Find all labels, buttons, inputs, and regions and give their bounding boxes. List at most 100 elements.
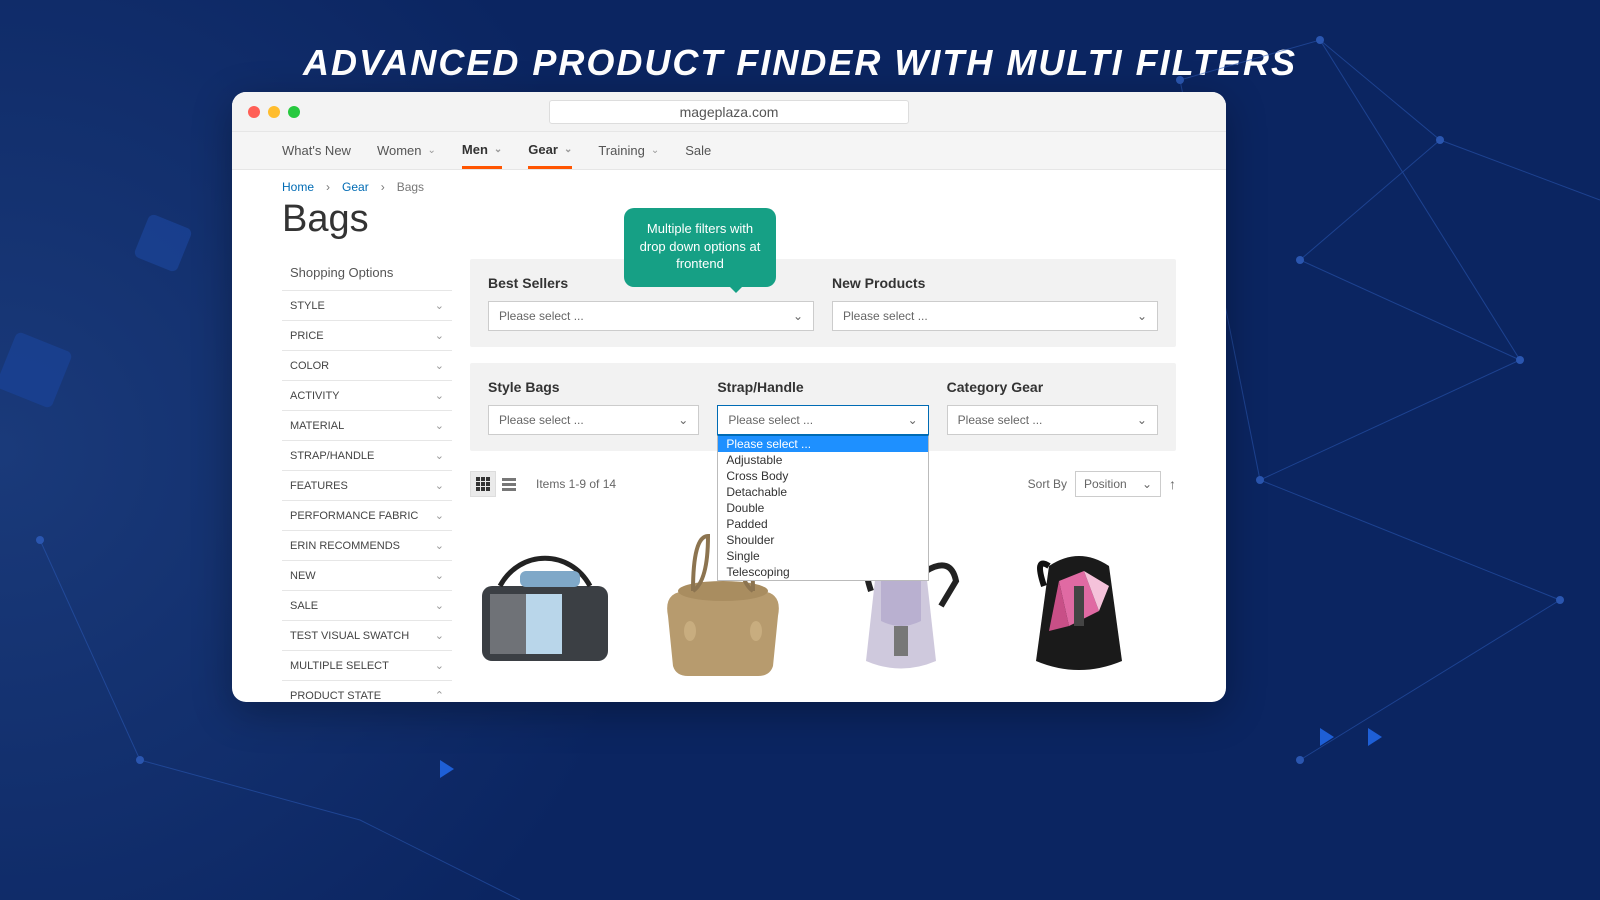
dropdown-option[interactable]: Please select ...: [718, 436, 927, 452]
chevron-down-icon: ⌄: [435, 359, 444, 372]
breadcrumb: Home › Gear › Bags: [232, 170, 1226, 194]
sidebar-filter-row[interactable]: NEW⌄: [282, 560, 452, 590]
decorative-cube: [0, 331, 73, 409]
sidebar-filter-row[interactable]: STRAP/HANDLE ⌄: [282, 440, 452, 470]
play-icon: [1320, 728, 1334, 746]
sidebar-filter-row[interactable]: COLOR ⌄: [282, 350, 452, 380]
sidebar-filter-label: COLOR: [290, 360, 329, 372]
chevron-down-icon: ⌄: [1142, 477, 1152, 491]
items-count: Items 1-9 of 14: [536, 477, 616, 491]
chevron-down-icon: ⌄: [908, 413, 918, 427]
sidebar-filter-row[interactable]: FEATURES ⌄: [282, 470, 452, 500]
filter-label-category-gear: Category Gear: [947, 379, 1158, 395]
main-content: Best Sellers Please select ... ⌄ New Pro…: [470, 259, 1176, 702]
filter-panel-bottom: Style Bags Please select ... ⌄ Strap/Han…: [470, 363, 1176, 451]
sidebar-filter-row[interactable]: ERIN RECOMMENDS ⌄: [282, 530, 452, 560]
chevron-down-icon: ⌄: [428, 145, 436, 156]
sidebar-filter-label: FEATURES: [290, 480, 348, 492]
select-strap-handle[interactable]: Please select ... ⌄ Please select ...Adj…: [717, 405, 928, 435]
crumb-current: Bags: [397, 180, 424, 194]
sidebar-filter-row[interactable]: STYLE⌄: [282, 290, 452, 320]
chevron-down-icon: ⌄: [651, 145, 659, 156]
chevron-down-icon: ⌄: [435, 509, 444, 522]
sidebar-filter-label: MULTIPLE SELECT: [290, 660, 389, 672]
sidebar-filter-row[interactable]: PRODUCT STATE ⌃: [282, 680, 452, 702]
play-icon: [1368, 728, 1382, 746]
sidebar-filter-row[interactable]: MATERIAL⌄: [282, 410, 452, 440]
select-new-products[interactable]: Please select ... ⌄: [832, 301, 1158, 331]
chevron-down-icon: ⌄: [435, 539, 444, 552]
sidebar-filter-label: PRODUCT STATE: [290, 690, 381, 702]
dropdown-option[interactable]: Single: [718, 548, 927, 564]
product-image: [1004, 531, 1154, 681]
nav-sale[interactable]: Sale: [685, 132, 711, 169]
chevron-down-icon: ⌄: [678, 413, 688, 427]
dropdown-option[interactable]: Telescoping: [718, 564, 927, 580]
nav-women[interactable]: Women⌄: [377, 132, 436, 169]
sort-by-label: Sort By: [1028, 477, 1067, 491]
sidebar-filter-label: MATERIAL: [290, 420, 344, 432]
sidebar-filter-row[interactable]: SALE⌄: [282, 590, 452, 620]
sidebar-filter-label: STRAP/HANDLE: [290, 450, 374, 462]
list-view-button[interactable]: [496, 471, 522, 497]
nav-whats-new[interactable]: What's New: [282, 132, 351, 169]
dropdown-option[interactable]: Detachable: [718, 484, 927, 500]
main-nav: What's New Women⌄ Men⌄ Gear⌄ Training⌄ S…: [232, 132, 1226, 170]
maximize-window-icon[interactable]: [288, 106, 300, 118]
sidebar-filter-row[interactable]: PRICE⌄: [282, 320, 452, 350]
chevron-right-icon: ›: [326, 180, 330, 194]
sidebar-filter-label: SALE: [290, 600, 318, 612]
dropdown-option[interactable]: Shoulder: [718, 532, 927, 548]
dropdown-option[interactable]: Padded: [718, 516, 927, 532]
sidebar-filter-row[interactable]: PERFORMANCE FABRIC ⌄: [282, 500, 452, 530]
dropdown-option[interactable]: Double: [718, 500, 927, 516]
select-best-sellers[interactable]: Please select ... ⌄: [488, 301, 814, 331]
grid-view-button[interactable]: [470, 471, 496, 497]
filter-panel-top: Best Sellers Please select ... ⌄ New Pro…: [470, 259, 1176, 347]
select-category-gear[interactable]: Please select ... ⌄: [947, 405, 1158, 435]
sidebar-filter-label: ACTIVITY: [290, 390, 340, 402]
sort-direction-button[interactable]: ↑: [1169, 476, 1176, 492]
decorative-cube: [133, 213, 193, 273]
chevron-down-icon: ⌄: [1137, 413, 1147, 427]
sidebar-filter-row[interactable]: MULTIPLE SELECT⌄: [282, 650, 452, 680]
chevron-up-icon: ⌃: [435, 689, 444, 702]
chevron-down-icon: ⌄: [494, 144, 502, 155]
chevron-down-icon: ⌄: [435, 479, 444, 492]
chevron-down-icon: ⌄: [435, 629, 444, 642]
filter-label-style-bags: Style Bags: [488, 379, 699, 395]
product-image: [470, 541, 620, 671]
sidebar-filter-label: NEW: [290, 570, 316, 582]
chevron-down-icon: ⌄: [435, 389, 444, 402]
close-window-icon[interactable]: [248, 106, 260, 118]
product-item[interactable]: [1004, 531, 1154, 681]
nav-gear[interactable]: Gear⌄: [528, 132, 572, 169]
select-style-bags[interactable]: Please select ... ⌄: [488, 405, 699, 435]
sidebar-filter-row[interactable]: TEST VISUAL SWATCH⌄: [282, 620, 452, 650]
nav-men[interactable]: Men⌄: [462, 132, 502, 169]
minimize-window-icon[interactable]: [268, 106, 280, 118]
sidebar: Shopping Options STYLE⌄PRICE⌄COLOR⌄ACTIV…: [282, 259, 452, 702]
product-item[interactable]: [470, 531, 620, 681]
sidebar-filter-label: PERFORMANCE FABRIC: [290, 510, 418, 522]
sort-select[interactable]: Position ⌄: [1075, 471, 1161, 497]
dropdown-option[interactable]: Cross Body: [718, 468, 927, 484]
browser-titlebar: mageplaza.com: [232, 92, 1226, 132]
filter-label-strap-handle: Strap/Handle: [717, 379, 928, 395]
sidebar-filter-label: PRICE: [290, 330, 324, 342]
address-bar[interactable]: mageplaza.com: [549, 100, 909, 124]
crumb-home[interactable]: Home: [282, 180, 314, 194]
chevron-down-icon: ⌄: [435, 449, 444, 462]
nav-training[interactable]: Training⌄: [598, 132, 659, 169]
dropdown-option[interactable]: Adjustable: [718, 452, 927, 468]
filter-label-new-products: New Products: [832, 275, 1158, 291]
crumb-gear[interactable]: Gear: [342, 180, 369, 194]
list-icon: [502, 477, 516, 491]
grid-icon: [476, 477, 490, 491]
sidebar-filter-label: ERIN RECOMMENDS: [290, 540, 400, 552]
chevron-right-icon: ›: [381, 180, 385, 194]
banner-title: ADVANCED PRODUCT FINDER WITH MULTI FILTE…: [0, 0, 1600, 84]
chevron-down-icon: ⌄: [435, 299, 444, 312]
callout-tooltip: Multiple filters with drop down options …: [624, 208, 776, 287]
sidebar-filter-row[interactable]: ACTIVITY ⌄: [282, 380, 452, 410]
